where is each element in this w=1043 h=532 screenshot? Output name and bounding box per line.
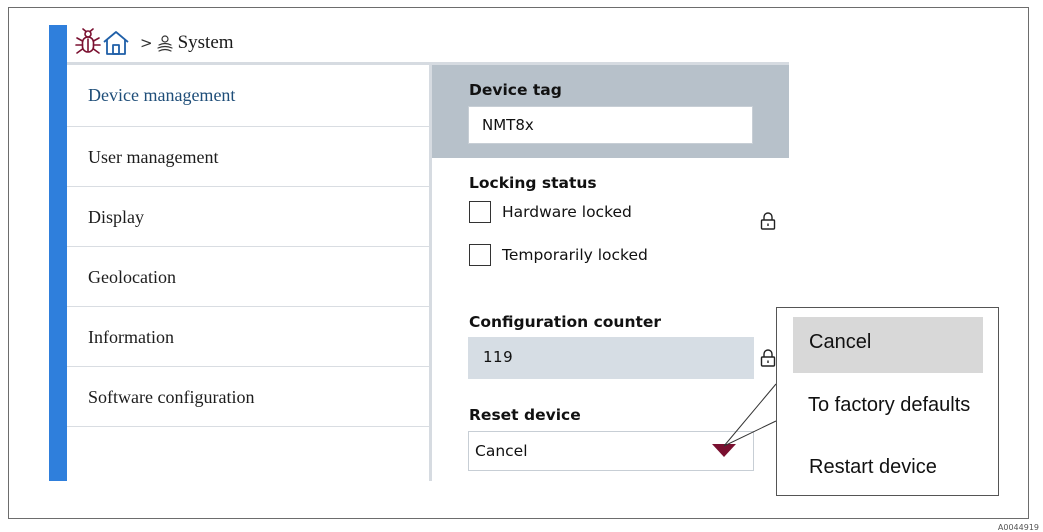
- locking-status-label: Locking status: [469, 174, 597, 192]
- device-tag-input[interactable]: NMT8x: [468, 106, 753, 144]
- sidebar-item-user-management[interactable]: User management: [67, 127, 429, 187]
- sidebar-item-display[interactable]: Display: [67, 187, 429, 247]
- sidebar-item-information[interactable]: Information: [67, 307, 429, 367]
- system-icon: [156, 35, 173, 52]
- breadcrumb-current[interactable]: System: [178, 32, 234, 54]
- dropdown-option-cancel[interactable]: Cancel: [793, 317, 983, 373]
- dropdown-option-factory-defaults[interactable]: To factory defaults: [792, 380, 998, 436]
- accent-bar: [49, 25, 67, 481]
- lock-icon: [760, 349, 776, 367]
- configuration-counter-label: Configuration counter: [469, 313, 662, 331]
- dropdown-option-restart-device[interactable]: Restart device: [793, 442, 983, 498]
- reset-device-dropdown: Cancel To factory defaults Restart devic…: [776, 307, 999, 496]
- bug-icon[interactable]: [74, 28, 102, 58]
- hardware-locked-checkbox[interactable]: [469, 201, 491, 223]
- temporarily-locked-label: Temporarily locked: [502, 246, 648, 264]
- home-icon[interactable]: [102, 29, 130, 57]
- hardware-locked-option[interactable]: Hardware locked: [469, 201, 632, 223]
- hardware-locked-label: Hardware locked: [502, 203, 632, 221]
- reset-device-label: Reset device: [469, 406, 581, 424]
- sidebar-item-device-management[interactable]: Device management: [67, 65, 429, 127]
- sidebar-item-label: User management: [88, 147, 219, 167]
- sidebar-item-label: Geolocation: [88, 267, 176, 287]
- sidebar-item-geolocation[interactable]: Geolocation: [67, 247, 429, 307]
- temporarily-locked-checkbox[interactable]: [469, 244, 491, 266]
- caret-down-icon[interactable]: [712, 444, 736, 457]
- temporarily-locked-option[interactable]: Temporarily locked: [469, 244, 648, 266]
- sidebar-item-label: Information: [88, 327, 174, 347]
- breadcrumb: > System: [74, 26, 234, 60]
- breadcrumb-separator: >: [140, 34, 153, 52]
- device-tag-label: Device tag: [469, 81, 562, 99]
- sidebar-item-label: Display: [88, 207, 144, 227]
- sidebar-item-label: Device management: [88, 85, 236, 105]
- sidebar-menu: Device management User management Displa…: [67, 65, 429, 427]
- configuration-counter-value: 119: [468, 337, 754, 379]
- figure-code: A0044919: [997, 523, 1039, 532]
- sidebar-item-software-configuration[interactable]: Software configuration: [67, 367, 429, 427]
- lock-icon: [760, 212, 776, 230]
- sidebar-item-label: Software configuration: [88, 387, 255, 407]
